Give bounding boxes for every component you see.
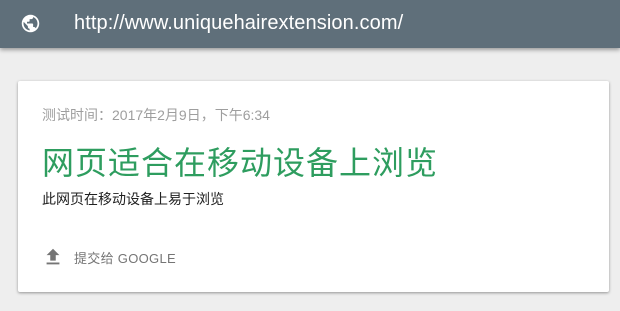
submit-to-google-button[interactable]: 提交给 GOOGLE: [42, 245, 176, 269]
mobile-friendly-result-card: 测试时间：2017年2月9日，下午6:34 网页适合在移动设备上浏览 此网页在移…: [18, 81, 609, 292]
globe-icon: [20, 13, 41, 34]
result-description: 此网页在移动设备上易于浏览: [42, 191, 224, 207]
url-text[interactable]: http://www.uniquehairextension.com/: [74, 12, 403, 35]
submit-label: 提交给 GOOGLE: [74, 250, 176, 266]
test-timestamp: 测试时间：2017年2月9日，下午6:34: [42, 107, 270, 123]
address-bar: http://www.uniquehairextension.com/: [0, 0, 620, 48]
result-headline: 网页适合在移动设备上浏览: [42, 144, 439, 182]
upload-icon: [42, 246, 64, 268]
